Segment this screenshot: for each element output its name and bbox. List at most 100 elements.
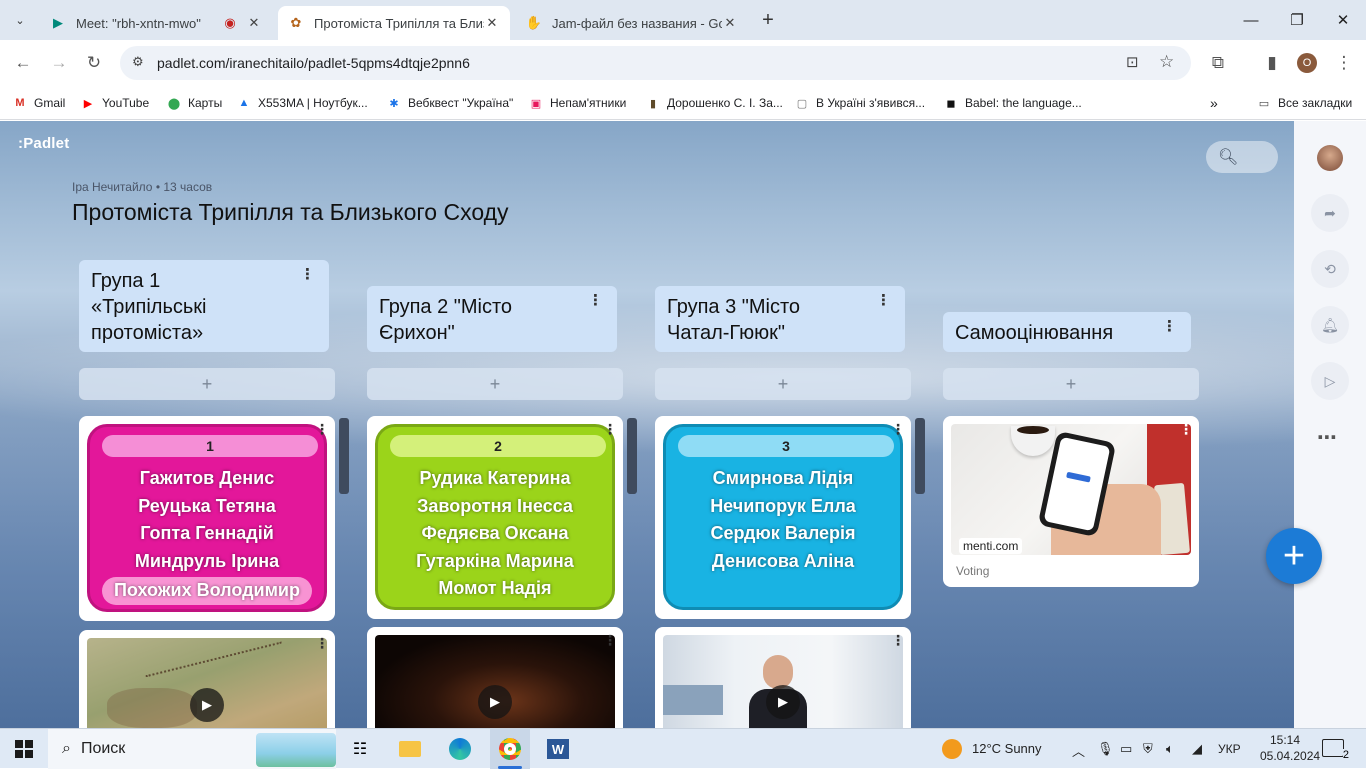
bookmarks-overflow-icon[interactable]: » (1210, 93, 1218, 113)
remake-button[interactable]: ⟲ (1311, 250, 1349, 288)
close-icon[interactable]: ✕ (722, 15, 738, 31)
notification-center-button[interactable]: 2 (1322, 739, 1349, 761)
new-tab-button[interactable]: + (756, 8, 780, 32)
task-view-button[interactable]: ☷ (346, 729, 374, 769)
bookmark-label: Непам'ятники (550, 96, 627, 110)
tab-meet[interactable]: ▶ Meet: "rbh-xntn-mwo" ◉ ✕ (40, 6, 272, 40)
post-scrollbar[interactable] (627, 418, 637, 494)
all-bookmarks-button[interactable]: ▭ Все закладки (1256, 93, 1352, 113)
group-card-2[interactable]: ⋮ 2 Рудика Катерина Заворотня Інесса Федяє… (367, 416, 623, 619)
notifications-button[interactable]: 🔔︎ (1311, 306, 1349, 344)
more-options-icon[interactable]: ⋮ (315, 636, 329, 650)
more-options-icon[interactable]: ⋮ (315, 422, 329, 436)
search-button[interactable]: 🔍︎ (1206, 141, 1278, 173)
play-icon: ▷ (1324, 372, 1336, 389)
close-icon[interactable]: ✕ (484, 15, 500, 31)
more-options-icon[interactable]: ⋮ (891, 422, 905, 436)
close-icon[interactable]: ✕ (246, 15, 262, 31)
column-header-group-1[interactable]: Група 1 «Трипільські протоміста» ⋮ (79, 260, 329, 352)
member-name: Нечипорук Елла (710, 495, 856, 516)
bookmark-snowflake[interactable]: ✱ Вебквест "Україна" (386, 93, 513, 113)
taskbar-search[interactable]: ⌕ Поиск (48, 729, 336, 769)
forward-button[interactable]: → (44, 48, 74, 78)
clock[interactable]: 15:14 05.04.2024 (1260, 732, 1320, 764)
weather-text[interactable]: 12°C Sunny (972, 741, 1042, 756)
show-hidden-icons[interactable]: ︿ (1072, 741, 1085, 760)
add-post-fab[interactable]: + (1266, 528, 1322, 584)
word-button[interactable]: W (544, 729, 572, 769)
restore-button[interactable]: ❐ (1274, 0, 1320, 40)
post-meta: Іра Нечитайло • 13 часов (72, 180, 212, 194)
close-window-button[interactable]: ✕ (1320, 0, 1366, 40)
add-post-button[interactable]: + (943, 368, 1199, 400)
language-indicator[interactable]: УКР (1218, 742, 1241, 756)
column-header-group-2[interactable]: Група 2 "Місто Єрихон" ⋮ (367, 286, 617, 352)
volume-icon[interactable]: 🔈︎ (1166, 741, 1174, 757)
menu-icon[interactable]: ⋮ (1329, 48, 1359, 78)
menti-preview-image (951, 424, 1191, 555)
add-post-button[interactable]: + (79, 368, 335, 400)
extensions-icon[interactable]: ⧉ (1203, 48, 1233, 78)
tab-search-button[interactable]: ⌄ (8, 8, 32, 32)
column-title: Група 2 "Місто Єрихон" (379, 296, 513, 344)
member-name: Реуцька Тетяна (138, 495, 276, 516)
wifi-icon[interactable]: ◢ (1192, 741, 1202, 757)
more-options-icon[interactable]: ⋮ (603, 633, 617, 647)
post-scrollbar[interactable] (339, 418, 349, 494)
mic-icon[interactable]: 🎙︎ (1097, 741, 1114, 757)
back-button[interactable]: ← (8, 48, 38, 78)
add-post-button[interactable]: + (655, 368, 911, 400)
profile-avatar[interactable]: O (1297, 53, 1317, 73)
add-post-button[interactable]: + (367, 368, 623, 400)
chrome-button[interactable] (490, 729, 530, 769)
install-app-icon[interactable]: ⊡ (1126, 53, 1139, 71)
padlet-logo[interactable]: :Padlet (18, 135, 69, 152)
more-options-icon[interactable]: ⋯ (1317, 425, 1337, 450)
video-card-fire[interactable]: ⋮ ▶ (367, 627, 623, 728)
file-explorer-button[interactable] (396, 729, 424, 769)
bookmark-maps[interactable]: ⬤ Карты (166, 93, 222, 113)
column-header-group-3[interactable]: Група 3 "Місто Чатал-Гююк" ⋮ (655, 286, 905, 352)
bookmark-star-icon[interactable]: ☆ (1159, 52, 1174, 72)
play-icon[interactable]: ▶ (190, 688, 224, 722)
bookmarks-bar: M Gmail ▶ YouTube ⬤ Карты ▲ X553MA | Ноутбук...… (0, 86, 1366, 120)
battery-icon[interactable]: ▭ (1120, 741, 1132, 757)
menti-link-card[interactable]: ⋮ menti.com Voting (943, 416, 1199, 587)
post-scrollbar[interactable] (915, 418, 925, 494)
more-options-icon[interactable]: ⋮ (588, 293, 603, 308)
tab-padlet[interactable]: ✿ Протоміста Трипілля та Близь ✕ (278, 6, 510, 40)
more-options-icon[interactable]: ⋮ (1179, 422, 1193, 436)
address-bar[interactable]: ⚙ padlet.com/iranechitailo/padlet-5qpms4… (120, 46, 1191, 80)
video-card-map[interactable]: ⋮ ▶ (79, 630, 335, 728)
bookmark-page[interactable]: ▢ В Україні з'явився... (794, 93, 925, 113)
start-button[interactable] (6, 729, 42, 769)
more-options-icon[interactable]: ⋮ (300, 267, 315, 282)
bookmark-nepamyatnyky[interactable]: ▣ Непам'ятники (528, 93, 627, 113)
group-card-3[interactable]: ⋮ 3 Смирнова Лідія Нечипорук Елла Сердюк В… (655, 416, 911, 619)
bookmark-gmail[interactable]: M Gmail (12, 93, 65, 113)
reload-button[interactable]: ↻ (79, 48, 109, 78)
tab-jamboard[interactable]: ✋ Jam-файл без названия - Goo ✕ (516, 6, 748, 40)
bookmark-asus[interactable]: ▲ X553MA | Ноутбук... (236, 93, 368, 113)
group-card-1[interactable]: ⋮ 1 Гажитов Денис Реуцька Тетяна Гопта Ген… (79, 416, 335, 621)
sidepanel-icon[interactable]: ▮ (1257, 48, 1287, 78)
play-icon[interactable]: ▶ (478, 685, 512, 719)
minimize-button[interactable]: — (1228, 0, 1274, 40)
column-header-self-assessment[interactable]: Самооцінювання ⋮ (943, 312, 1191, 352)
bookmark-babel[interactable]: ◼ Babel: the language... (943, 93, 1081, 113)
edge-button[interactable] (446, 729, 474, 769)
padlet-board: :Padlet 🔍︎ Іра Нечитайло • 13 часов Прот… (0, 121, 1294, 728)
more-options-icon[interactable]: ⋮ (891, 633, 905, 647)
video-card-lecturer[interactable]: ⋮ ▶ (655, 627, 911, 728)
user-avatar[interactable] (1317, 145, 1343, 171)
more-options-icon[interactable]: ⋮ (603, 422, 617, 436)
security-icon[interactable]: ⛨ (1143, 741, 1153, 757)
site-info-icon[interactable]: ⚙ (132, 54, 144, 70)
more-options-icon[interactable]: ⋮ (876, 293, 891, 308)
more-options-icon[interactable]: ⋮ (1162, 319, 1177, 334)
bookmark-youtube[interactable]: ▶ YouTube (80, 93, 149, 113)
play-icon[interactable]: ▶ (766, 685, 800, 719)
share-button[interactable]: ➦ (1311, 194, 1349, 232)
bookmark-bars[interactable]: ▮ Дорошенко С. І. За... (645, 93, 783, 113)
slideshow-button[interactable]: ▷ (1311, 362, 1349, 400)
